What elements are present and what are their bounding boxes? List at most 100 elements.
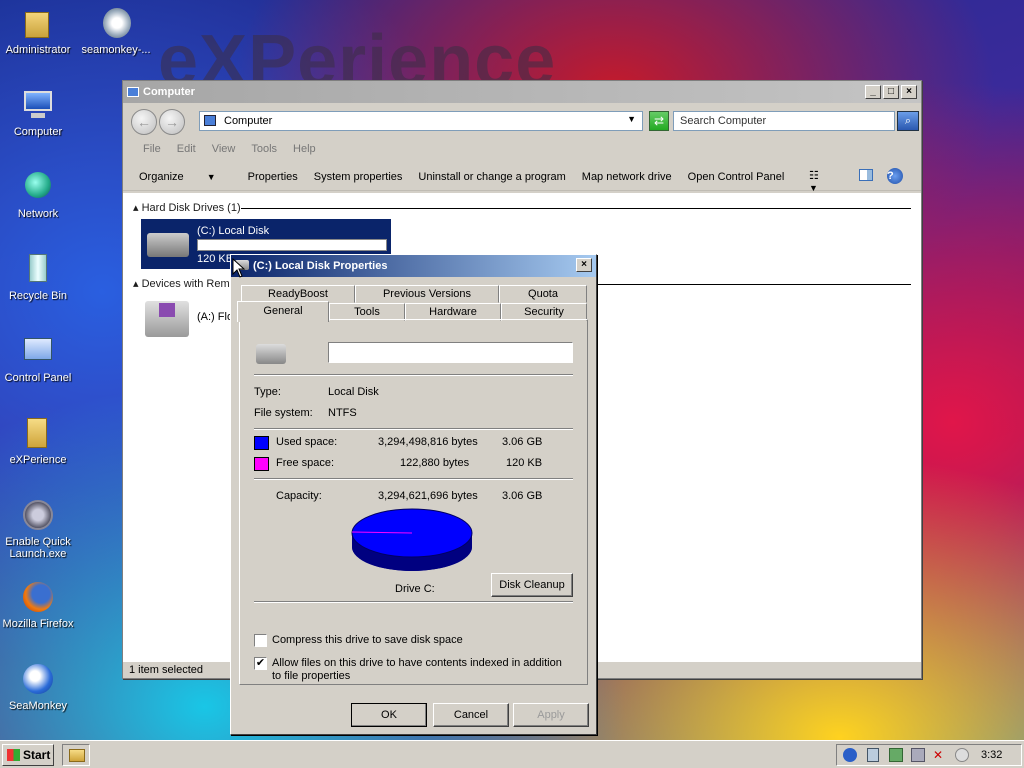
firefox-icon [21, 580, 55, 614]
checkmark-icon: ✔ [255, 657, 266, 669]
desktop-icon-computer[interactable]: Computer [0, 88, 76, 138]
type-label: Type: [254, 386, 281, 398]
separator [254, 478, 573, 480]
separator [254, 374, 573, 376]
recycle-bin-icon [21, 252, 55, 286]
start-button[interactable]: Start [2, 744, 54, 766]
desktop-icon-network[interactable]: Network [0, 170, 76, 220]
mouse-cursor-icon [232, 258, 246, 278]
used-space-label: Used space: [276, 436, 338, 448]
computer-icon [204, 115, 216, 126]
group-title: Hard Disk Drives (1) [141, 202, 241, 214]
control-panel-icon [21, 334, 55, 368]
properties-button[interactable]: Properties [248, 171, 298, 183]
tray-info-icon[interactable] [955, 748, 969, 762]
address-bar-row: ← → Computer ▼ ⇄ Search Computer ⌕ [127, 107, 919, 135]
tray-volume-muted-icon[interactable]: ✕ [933, 748, 947, 762]
used-space-size: 3.06 GB [502, 436, 543, 448]
desktop-icon-enable-quick-launch[interactable]: Enable Quick Launch.exe [0, 498, 76, 560]
close-icon: × [581, 259, 587, 270]
capacity-size: 3.06 GB [502, 490, 543, 502]
group-divider [241, 208, 911, 209]
open-control-panel-button[interactable]: Open Control Panel [688, 171, 785, 183]
preview-pane-icon [859, 169, 873, 181]
desktop-icon-label: SeaMonkey [8, 700, 68, 712]
help-icon: ? [887, 170, 894, 182]
desktop-icon-label: Administrator [5, 44, 71, 56]
minimize-button[interactable]: _ [865, 85, 881, 99]
maximize-button[interactable]: □ [883, 85, 899, 99]
tab-general[interactable]: General [237, 301, 329, 322]
menu-help[interactable]: Help [293, 143, 316, 155]
command-bar: Organize ▼ Properties System properties … [123, 163, 921, 194]
forward-button[interactable]: → [159, 109, 185, 135]
drive-icon [256, 344, 286, 364]
tab-previous-versions[interactable]: Previous Versions [355, 285, 499, 303]
explorer-titlebar[interactable]: Computer _ □ × [123, 81, 921, 103]
menu-edit[interactable]: Edit [177, 143, 196, 155]
chevron-down-icon: ▼ [206, 171, 216, 182]
map-network-drive-button[interactable]: Map network drive [582, 171, 672, 183]
computer-icon [127, 87, 139, 97]
dialog-titlebar[interactable]: (C:) Local Disk Properties × [231, 255, 596, 277]
search-input[interactable]: Search Computer [673, 111, 895, 131]
compress-checkbox[interactable] [254, 634, 267, 647]
tray-security-icon[interactable] [867, 748, 879, 762]
desktop-icon-experience[interactable]: eXPerience [0, 416, 76, 466]
index-label: Allow files on this drive to have conten… [272, 657, 562, 682]
close-button[interactable]: × [901, 85, 917, 99]
dialog-close-button[interactable]: × [576, 258, 592, 272]
desktop-icon-seamonkey[interactable]: SeaMonkey [0, 662, 76, 712]
free-space-bytes: 122,880 bytes [400, 457, 470, 469]
system-properties-button[interactable]: System properties [314, 171, 403, 183]
collapse-icon: ▴ [133, 278, 139, 290]
cancel-button[interactable]: Cancel [433, 703, 509, 727]
address-box[interactable]: Computer ▼ [199, 111, 643, 131]
uninstall-program-button[interactable]: Uninstall or change a program [418, 171, 565, 183]
disk-cleanup-button[interactable]: Disk Cleanup [491, 573, 573, 597]
back-button[interactable]: ← [131, 109, 157, 135]
capacity-bytes: 3,294,621,696 bytes [378, 490, 478, 502]
type-value: Local Disk [328, 386, 379, 398]
tab-quota[interactable]: Quota [499, 285, 587, 303]
preview-pane-button[interactable] [859, 169, 889, 184]
help-button[interactable]: ? [887, 168, 903, 184]
desktop-icon-firefox[interactable]: Mozilla Firefox [0, 580, 76, 630]
organize-button[interactable]: Organize ▼ [139, 171, 232, 183]
views-button[interactable]: ☷ ▼ [809, 169, 839, 194]
filesystem-value: NTFS [328, 407, 357, 419]
free-space-swatch [254, 457, 269, 471]
menu-bar: File Edit View Tools Help [123, 139, 921, 159]
executable-icon [21, 498, 55, 532]
menu-tools[interactable]: Tools [251, 143, 277, 155]
clock[interactable]: 3:32 [981, 749, 1002, 761]
seamonkey-icon [21, 662, 55, 696]
desktop-icon-label: eXPerience [9, 454, 67, 466]
drive-caption: Drive C: [395, 583, 435, 595]
index-checkbox[interactable]: ✔ [254, 657, 267, 670]
refresh-button[interactable]: ⇄ [649, 111, 669, 131]
tray-app-icon[interactable] [843, 748, 857, 762]
menu-file[interactable]: File [143, 143, 161, 155]
windows-logo-icon [7, 749, 20, 761]
chevron-down-icon: ▼ [627, 114, 636, 124]
address-text: Computer [224, 115, 273, 127]
ok-button[interactable]: OK [351, 703, 427, 727]
search-button[interactable]: ⌕ [897, 111, 919, 131]
desktop-icon-recycle-bin[interactable]: Recycle Bin [0, 252, 76, 302]
drive-usage-bar [197, 239, 387, 251]
computer-icon [21, 88, 55, 122]
volume-label-input[interactable] [328, 342, 573, 363]
tray-device-icon[interactable] [911, 748, 925, 762]
apply-button[interactable]: Apply [513, 703, 589, 727]
desktop-icon-control-panel[interactable]: Control Panel [0, 334, 76, 384]
desktop-icon-administrator[interactable]: Administrator [0, 6, 76, 56]
tray-network-icon[interactable] [889, 748, 903, 762]
menu-view[interactable]: View [212, 143, 236, 155]
free-space-label: Free space: [276, 457, 335, 469]
desktop-icon-seamonkey-installer[interactable]: seamonkey-... [78, 6, 154, 56]
dialog-title: (C:) Local Disk Properties [253, 260, 388, 272]
group-header-hard-disks[interactable]: ▴ Hard Disk Drives (1) [133, 201, 911, 214]
collapse-icon: ▴ [133, 202, 139, 214]
quick-launch-explorer[interactable] [62, 744, 90, 766]
